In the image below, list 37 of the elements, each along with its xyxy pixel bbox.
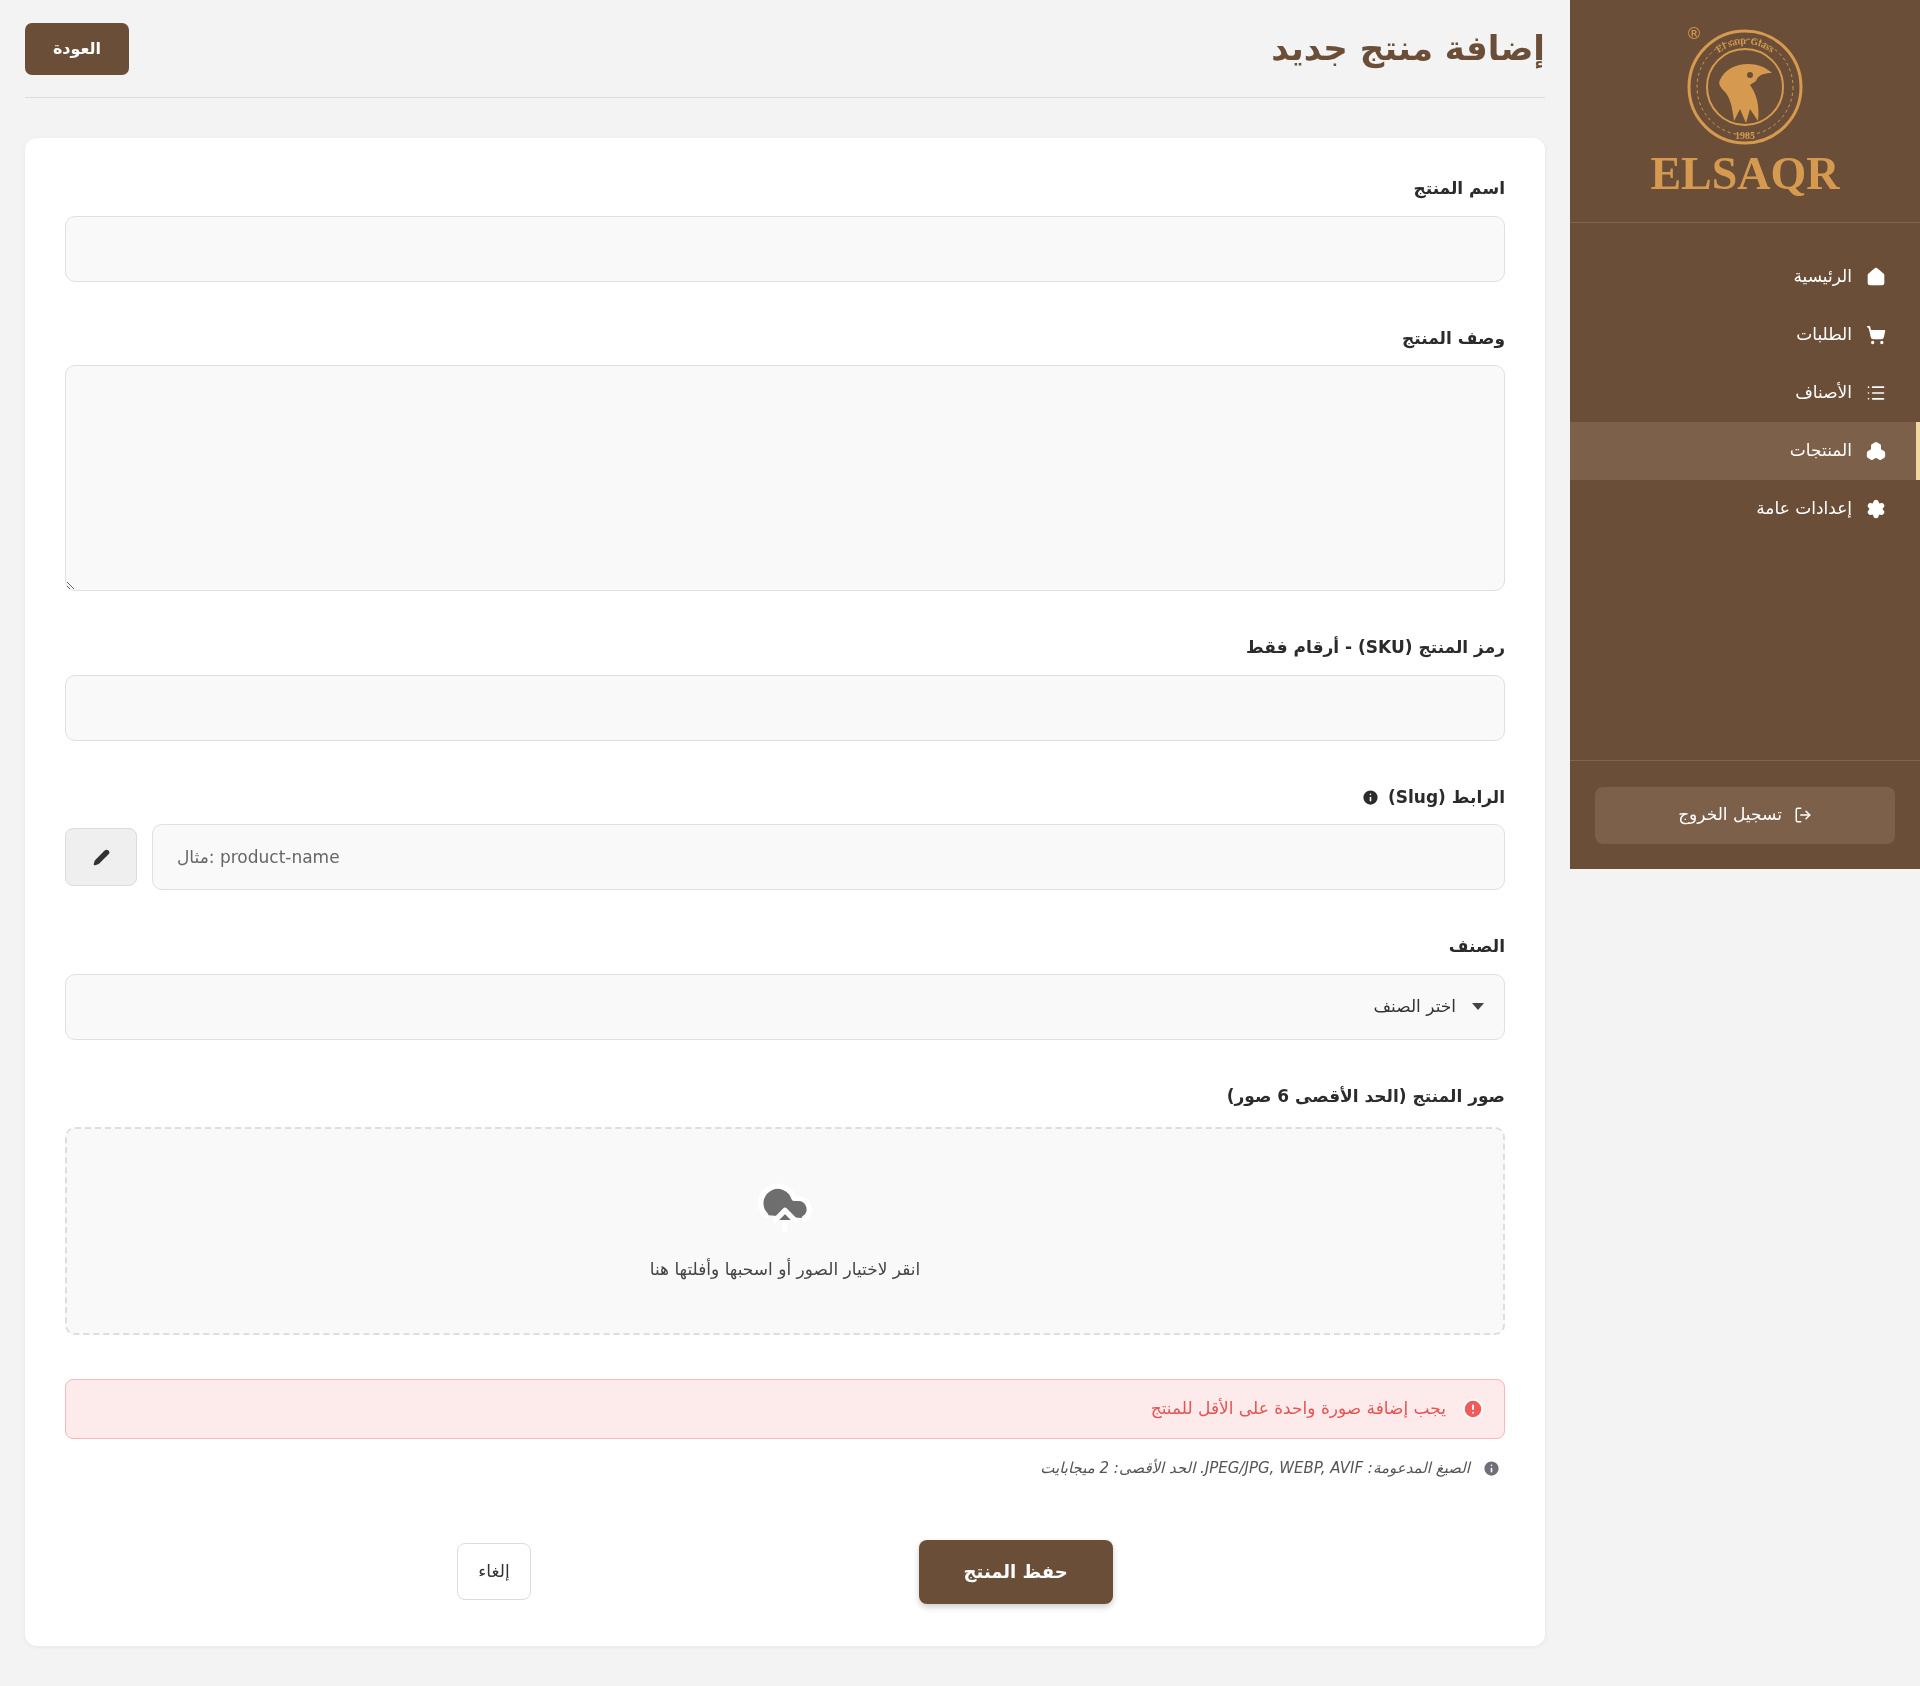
category-select[interactable]: اختر الصنف	[65, 973, 1505, 1040]
error-message: يجب إضافة صورة واحدة على الأقل للمنتج	[1150, 1397, 1446, 1421]
info-icon	[1482, 1458, 1501, 1478]
nav-item[interactable]: المنتجات	[1570, 422, 1920, 480]
field-label: الرابط (Slug)	[1388, 785, 1505, 810]
page-title: إضافة منتج جديد	[1271, 27, 1545, 71]
nav-item[interactable]: الطلبات	[1570, 306, 1920, 364]
text-field[interactable]	[65, 215, 1505, 282]
dropzone-prompt: انقر لاختيار الصور أو اسحبها وأفلتها هنا	[649, 1257, 921, 1282]
cancel-button[interactable]: إلغاء	[457, 1543, 531, 1600]
slug-field[interactable]: مثال: product-name	[152, 824, 1505, 890]
list-icon	[1866, 383, 1886, 403]
field-label: اسم المنتج	[1413, 177, 1505, 201]
edit-slug-button[interactable]	[65, 828, 137, 886]
field-label: صور المنتج (الحد الأقصى 6 صور)	[1226, 1084, 1505, 1109]
field-label: الصنف	[1448, 935, 1505, 958]
alert-icon	[1462, 1398, 1484, 1420]
logout-button[interactable]: تسجيل الخروج	[1595, 786, 1895, 844]
nav-item[interactable]: الأصناف	[1570, 364, 1920, 422]
save-button[interactable]: حفظ المنتج	[918, 1539, 1113, 1604]
formats-hint: الصيغ المدعومة: JPEG/JPG, WEBP, AVIF. الحد الأقصى: 2 ميجابايت	[1040, 1457, 1470, 1479]
logout-icon	[1793, 806, 1812, 824]
nav-item[interactable]: الرئيسية	[1570, 248, 1920, 306]
caret-icon	[1472, 1002, 1484, 1011]
field-label: وصف المنتج	[1402, 326, 1505, 351]
image-dropzone[interactable]: انقر لاختيار الصور أو اسحبها وأفلتها هنا	[65, 1127, 1505, 1335]
field-label: رمز المنتج (SKU) - أرقام فقط	[1246, 635, 1505, 660]
registered-mark: ®	[1686, 23, 1702, 45]
logo-wordmark: ELSAQR	[1650, 151, 1840, 197]
cart-icon	[1866, 325, 1886, 345]
back-button[interactable]: العودة	[25, 22, 129, 75]
nav-item[interactable]: إعدادات عامة	[1570, 480, 1920, 538]
info-icon	[1361, 787, 1380, 807]
pencil-icon	[92, 848, 110, 866]
home-icon	[1866, 267, 1886, 287]
text-field[interactable]	[65, 674, 1505, 741]
description-field[interactable]	[65, 365, 1505, 591]
